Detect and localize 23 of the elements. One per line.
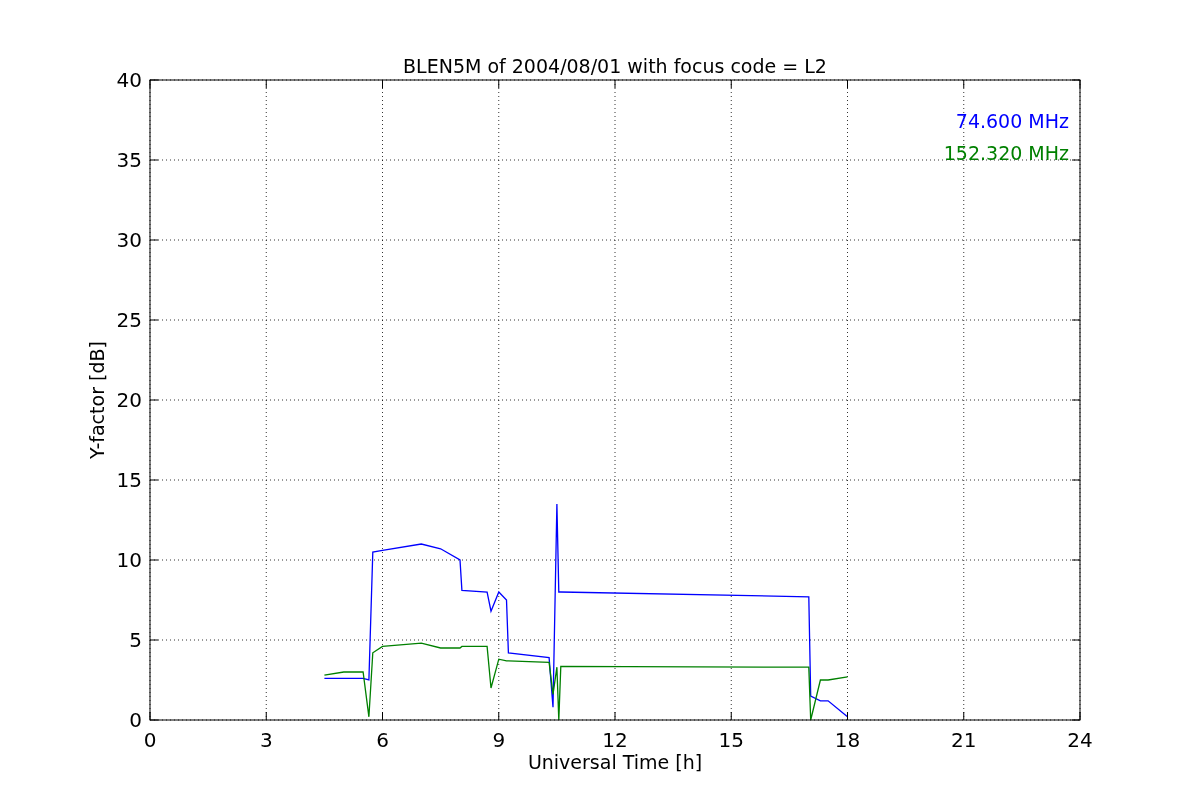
y-tick-label: 20 (116, 388, 142, 412)
y-tick-label: 0 (129, 708, 142, 732)
x-tick-label: 15 (718, 728, 744, 752)
x-tick-label: 24 (1067, 728, 1093, 752)
x-tick-label: 21 (951, 728, 977, 752)
x-tick-label: 12 (602, 728, 628, 752)
y-tick-label: 5 (129, 628, 142, 652)
y-tick-label: 40 (116, 68, 142, 92)
y-tick-label: 10 (116, 548, 142, 572)
x-tick-label: 6 (376, 728, 389, 752)
y-tick-label: 30 (116, 228, 142, 252)
y-tick-label: 15 (116, 468, 142, 492)
legend-label: 74.600 MHz (955, 110, 1069, 132)
x-tick-label: 9 (492, 728, 506, 752)
chart-title: BLEN5M of 2004/08/01 with focus code = L2 (403, 55, 827, 77)
y-tick-label: 25 (116, 308, 142, 332)
x-tick-label: 3 (259, 728, 273, 752)
x-tick-label: 18 (834, 728, 861, 752)
y-axis-label: Y-factor [dB] (86, 341, 108, 459)
x-tick-label: 0 (143, 728, 157, 752)
x-axis-label: Universal Time [h] (527, 751, 703, 773)
y-tick-label: 35 (116, 148, 142, 172)
legend-label: 152.320 MHz (943, 142, 1069, 164)
